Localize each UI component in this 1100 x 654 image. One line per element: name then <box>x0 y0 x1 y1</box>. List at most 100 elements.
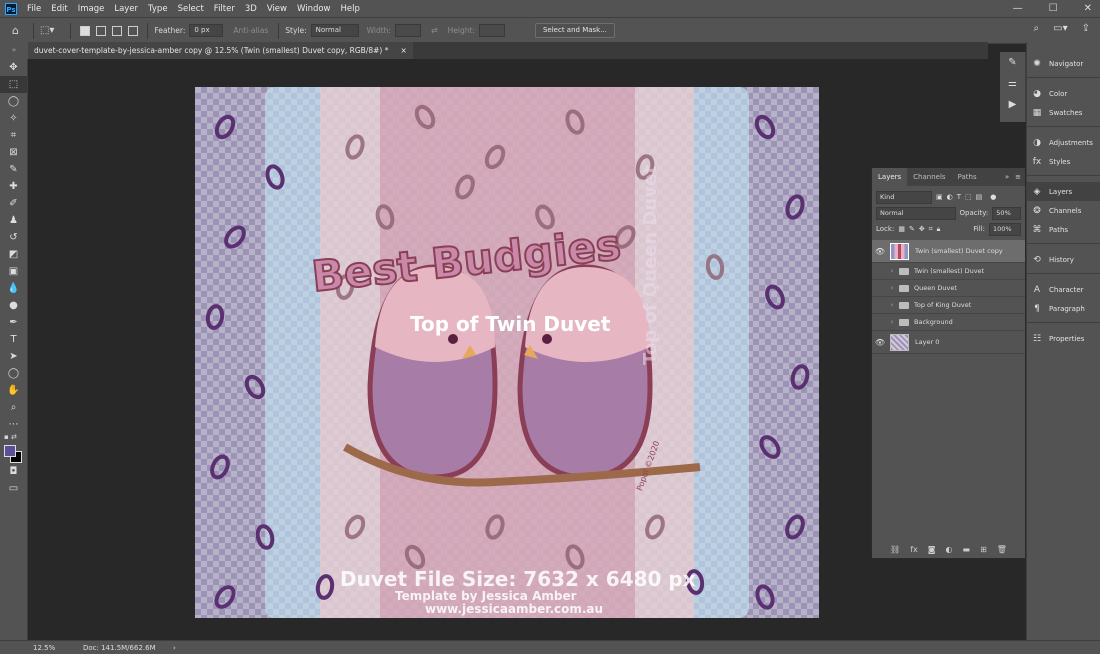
swap-icon[interactable]: ⇄ <box>431 26 438 35</box>
blur-icon[interactable]: 💧 <box>0 280 27 297</box>
home-icon[interactable]: ⌂ <box>12 24 19 37</box>
rectangular-marquee-icon[interactable]: ⬚ <box>0 76 27 93</box>
chevron-right-icon[interactable]: › <box>888 284 896 292</box>
eye-icon[interactable]: 👁︎ <box>872 247 888 256</box>
chevron-right-icon[interactable]: › <box>888 267 896 275</box>
path-selection-icon[interactable]: ➤ <box>0 348 27 365</box>
eyedropper-icon[interactable]: ✎ <box>0 161 27 178</box>
lock-image-icon[interactable]: ✎ <box>909 225 915 233</box>
dock-character[interactable]: A Character <box>1027 280 1100 299</box>
minimize-button[interactable]: — <box>1013 3 1023 14</box>
ellipse-icon[interactable]: ◯ <box>0 365 27 382</box>
tab-paths[interactable]: Paths <box>952 168 983 186</box>
fill-input[interactable]: 100% <box>989 222 1021 236</box>
quick-mask-icon[interactable]: ◘ <box>0 463 27 480</box>
dock-layers[interactable]: ◈ Layers <box>1027 182 1100 201</box>
screen-mode-icon[interactable]: ▭ <box>0 480 27 497</box>
dock-color[interactable]: ◕ Color <box>1027 84 1100 103</box>
frame-icon[interactable]: ⊠ <box>0 144 27 161</box>
delete-layer-icon[interactable]: 🗑︎ <box>997 545 1007 554</box>
panel-collapse-icon[interactable]: » <box>1005 173 1009 181</box>
dock-adjustments[interactable]: ◑ Adjustments <box>1027 133 1100 152</box>
feather-input[interactable]: 0 px <box>189 24 224 37</box>
antialias-checkbox[interactable]: Anti-alias <box>233 26 268 35</box>
dock-swatches[interactable]: ▦ Swatches <box>1027 103 1100 122</box>
close-window-button[interactable]: ✕ <box>1084 3 1092 14</box>
new-group-icon[interactable]: ▬ <box>963 545 971 554</box>
layer-row[interactable]: 👁︎ Twin (smallest) Duvet copy <box>872 240 1025 263</box>
menu-help[interactable]: Help <box>341 4 360 14</box>
filter-pixel-icon[interactable]: ▣ <box>936 193 943 201</box>
menu-type[interactable]: Type <box>148 4 168 14</box>
menu-file[interactable]: File <box>27 4 41 14</box>
lock-all-icon[interactable]: 🔒︎ <box>937 225 941 234</box>
style-select[interactable]: Normal <box>310 24 359 37</box>
adjustment-layer-icon[interactable]: ◐ <box>946 545 953 554</box>
move-tool-icon[interactable]: ✥ <box>0 59 27 76</box>
properties-icon[interactable]: ⚌ <box>1000 73 1025 94</box>
layer-group-row[interactable]: › Queen Duvet <box>872 280 1025 297</box>
brush-icon[interactable]: ✐ <box>0 195 27 212</box>
menu-view[interactable]: View <box>267 4 287 14</box>
status-menu-arrow[interactable]: › <box>173 644 176 652</box>
filter-kind-select[interactable]: Kind <box>876 190 932 204</box>
gradient-icon[interactable]: ▣ <box>0 263 27 280</box>
add-selection-icon[interactable] <box>96 25 107 36</box>
eye-icon[interactable]: 👁︎ <box>872 338 888 347</box>
lasso-icon[interactable]: ◯ <box>0 93 27 110</box>
dock-paragraph[interactable]: ¶ Paragraph <box>1027 299 1100 318</box>
menu-image[interactable]: Image <box>78 4 105 14</box>
workspace-icon[interactable]: ▭▾ <box>1053 23 1067 34</box>
dock-paths[interactable]: ⌘ Paths <box>1027 220 1100 239</box>
tab-layers[interactable]: Layers <box>872 168 908 186</box>
brush-settings-icon[interactable]: ✎ <box>1000 52 1025 73</box>
document-canvas[interactable]: Best Budgies Popol ©2020 Top of Twin Duv… <box>195 87 819 618</box>
dock-history[interactable]: ⟲ History <box>1027 250 1100 269</box>
chevron-right-icon[interactable]: › <box>888 301 896 309</box>
add-mask-icon[interactable]: ◙ <box>928 545 936 554</box>
chevron-right-icon[interactable]: › <box>888 318 896 326</box>
dock-navigator[interactable]: ✺ Navigator <box>1027 54 1100 73</box>
opacity-input[interactable]: 50% <box>992 206 1021 220</box>
eraser-icon[interactable]: ◩ <box>0 246 27 263</box>
link-layers-icon[interactable]: ⛓ <box>890 545 900 554</box>
dock-styles[interactable]: fx Styles <box>1027 152 1100 171</box>
share-icon[interactable]: ⇪ <box>1082 23 1090 34</box>
dodge-icon[interactable]: ● <box>0 297 27 314</box>
pen-icon[interactable]: ✒ <box>0 314 27 331</box>
menu-select[interactable]: Select <box>178 4 204 14</box>
magic-wand-icon[interactable]: ✧ <box>0 110 27 127</box>
layer-row[interactable]: 👁︎ Layer 0 <box>872 331 1025 354</box>
layer-group-row[interactable]: › Twin (smallest) Duvet <box>872 263 1025 280</box>
blend-mode-select[interactable]: Normal <box>876 206 956 220</box>
more-tools-icon[interactable]: ⋯ <box>0 416 27 433</box>
lock-position-icon[interactable]: ✥ <box>919 225 925 233</box>
menu-filter[interactable]: Filter <box>214 4 235 14</box>
new-selection-icon[interactable] <box>80 25 91 36</box>
search-icon[interactable]: ⌕ <box>1034 23 1040 34</box>
crop-icon[interactable]: ⌗ <box>0 127 27 144</box>
color-swatches[interactable]: ▪ ⇄ <box>0 433 27 463</box>
width-input[interactable] <box>394 24 421 37</box>
filter-shape-icon[interactable]: ⬚ <box>965 193 972 201</box>
zoom-icon[interactable]: ⌕ <box>0 399 27 416</box>
toolbar-collapse-icon[interactable]: » <box>0 42 28 60</box>
filter-adjustment-icon[interactable]: ◐ <box>947 193 953 201</box>
intersect-selection-icon[interactable] <box>128 25 139 36</box>
filter-toggle-icon[interactable]: ● <box>990 193 996 201</box>
healing-brush-icon[interactable]: ✚ <box>0 178 27 195</box>
hand-icon[interactable]: ✋ <box>0 382 27 399</box>
dock-properties[interactable]: ☷ Properties <box>1027 329 1100 348</box>
marquee-preset-icon[interactable]: ⬚▾ <box>40 25 54 36</box>
lock-transparent-icon[interactable]: ▦ <box>898 225 905 233</box>
document-tab[interactable]: duvet-cover-template-by-jessica-amber co… <box>28 42 413 59</box>
filter-type-icon[interactable]: T <box>957 193 961 201</box>
dock-channels[interactable]: ❂ Channels <box>1027 201 1100 220</box>
foreground-color-swatch[interactable] <box>4 445 16 457</box>
type-icon[interactable]: T <box>0 331 27 348</box>
panel-menu-icon[interactable]: ≡ <box>1015 173 1021 181</box>
tab-channels[interactable]: Channels <box>907 168 951 186</box>
filter-smart-icon[interactable]: ▤ <box>976 193 983 201</box>
play-actions-icon[interactable]: ▶ <box>1000 94 1025 115</box>
select-and-mask-button[interactable]: Select and Mask... <box>534 23 615 38</box>
